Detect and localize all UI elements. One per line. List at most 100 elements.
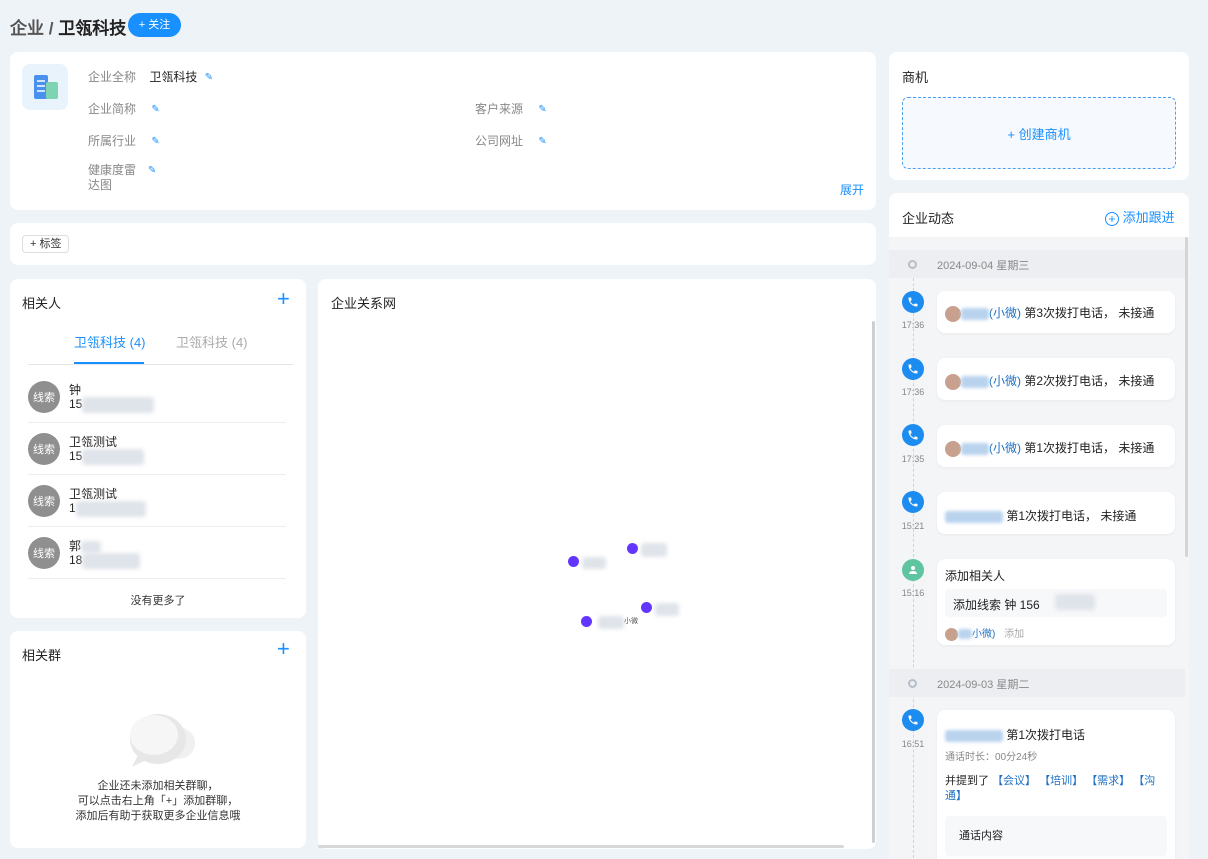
contacts-title: 相关人 xyxy=(22,296,62,311)
activity-event-call[interactable]: 第1次拨打电话 通话时长：00分24秒 并提到了 【会议】 【培训】 【需求】 … xyxy=(937,710,1175,859)
no-more-text: 没有更多了 xyxy=(130,595,186,607)
health-label-line2: 达图 xyxy=(88,178,113,192)
edit-icon[interactable]: ✎ xyxy=(151,136,161,147)
contact-icon xyxy=(902,559,924,581)
phone-icon xyxy=(902,291,924,313)
list-item[interactable]: 线索 卫瓴测试 15 xyxy=(28,423,286,475)
contact-name: 卫瓴测试 xyxy=(69,487,118,501)
contacts-card: 相关人 + 卫瓴科技 (4) 卫瓴科技 (4) 线索 钟 15 线索 卫瓴测试 … xyxy=(10,279,306,618)
edit-icon[interactable]: ✎ xyxy=(151,104,161,115)
dot-icon xyxy=(908,260,917,269)
event-time: 17:36 xyxy=(901,387,925,397)
contact-phone: 15 xyxy=(69,397,83,412)
event-time: 17:35 xyxy=(901,454,925,464)
tab-company-inactive[interactable]: 卫瓴科技 (4) xyxy=(176,332,248,351)
add-group-icon[interactable]: + xyxy=(277,638,290,660)
full-name-row: 企业全称 卫瓴科技 ✎ xyxy=(88,68,215,85)
phone-icon xyxy=(902,424,924,446)
avatar xyxy=(945,373,961,390)
keyword-tag[interactable]: 【会议】 xyxy=(992,775,1036,787)
tags-card: + 标签 xyxy=(10,223,876,265)
groups-card: 相关群 + 企业还未添加相关群聊， 可以点击右上角「+」添加群聊， 添加后有助于… xyxy=(10,631,306,848)
add-tag-button[interactable]: + 标签 xyxy=(22,235,70,253)
edit-icon[interactable]: ✎ xyxy=(205,72,215,83)
activity-panel: 企业动态 + 添加跟进 2024-09-04 星期三 17:36 (小微) 第3… xyxy=(889,193,1189,859)
date-row: 2024-09-04 星期三 xyxy=(889,250,1185,278)
source-label: 客户来源 xyxy=(475,102,524,116)
activity-scrollbar[interactable] xyxy=(1185,237,1188,557)
network-node-label: 小微 xyxy=(624,618,638,625)
keyword-tag[interactable]: 【培训】 xyxy=(1039,775,1083,787)
vertical-scrollbar[interactable] xyxy=(872,321,875,843)
contact-phone: 15 xyxy=(69,449,83,464)
activity-event[interactable]: (小微) 第2次拨打电话， 未接通 xyxy=(937,358,1175,400)
edit-icon[interactable]: ✎ xyxy=(538,136,548,147)
network-node[interactable] xyxy=(627,543,638,554)
phone-icon xyxy=(902,709,924,731)
expand-link[interactable]: 展开 xyxy=(840,181,864,198)
phone-icon xyxy=(902,491,924,513)
dot-icon xyxy=(908,679,917,688)
industry-label: 所属行业 xyxy=(88,134,137,148)
short-name-row: 企业简称 ✎ xyxy=(88,100,161,117)
lead-badge: 线索 xyxy=(28,433,60,465)
page-title: 卫瓴科技 xyxy=(58,19,127,38)
avatar xyxy=(945,440,961,457)
horizontal-scrollbar[interactable] xyxy=(318,845,844,848)
contact-name: 钟 xyxy=(69,383,82,397)
source-row: 客户来源 ✎ xyxy=(475,100,548,117)
contact-phone: 1 xyxy=(69,501,76,516)
network-node[interactable] xyxy=(568,556,579,567)
breadcrumb-parent[interactable]: 企业 xyxy=(10,19,44,38)
network-card: 企业关系网 小微 xyxy=(318,279,876,849)
activity-event[interactable]: (小微) 第1次拨打电话， 未接通 xyxy=(937,425,1175,467)
activity-event-add-contact[interactable]: 添加相关人 添加线索 钟 156 小微) 添加 xyxy=(937,559,1175,645)
date-row: 2024-09-03 星期二 xyxy=(889,669,1185,697)
avatar xyxy=(945,305,961,322)
company-logo xyxy=(22,64,68,110)
phone-icon xyxy=(902,358,924,380)
opportunity-card: 商机 + 创建商机 xyxy=(889,52,1189,180)
add-follow-button[interactable]: + 添加跟进 xyxy=(1105,207,1175,226)
edit-icon[interactable]: ✎ xyxy=(538,104,548,115)
full-name-label: 企业全称 xyxy=(88,70,137,84)
avatar xyxy=(945,627,958,641)
list-item[interactable]: 线索 钟 15 xyxy=(28,371,286,423)
breadcrumb: 企业 / 卫瓴科技 xyxy=(10,14,126,39)
activity-title: 企业动态 xyxy=(902,211,955,226)
groups-empty-text: 企业还未添加相关群聊， 可以点击右上角「+」添加群聊， 添加后有助于获取更多企业… xyxy=(75,780,241,822)
tab-company-active[interactable]: 卫瓴科技 (4) xyxy=(74,332,146,351)
edit-icon[interactable]: ✎ xyxy=(148,165,158,176)
list-item[interactable]: 线索 郭 18 xyxy=(28,527,286,579)
network-node[interactable] xyxy=(641,602,652,613)
network-title: 企业关系网 xyxy=(331,296,397,311)
keyword-tag[interactable]: 【需求】 xyxy=(1086,775,1130,787)
industry-row: 所属行业 ✎ xyxy=(88,132,161,149)
website-label: 公司网址 xyxy=(475,134,524,148)
lead-badge: 线索 xyxy=(28,381,60,413)
health-row: 健康度雷 ✎ 达图 xyxy=(88,163,158,193)
breadcrumb-separator: / xyxy=(48,19,54,38)
short-name-label: 企业简称 xyxy=(88,102,137,116)
contact-name: 郭 xyxy=(69,539,82,553)
plus-circle-icon: + xyxy=(1105,212,1119,226)
website-row: 公司网址 ✎ xyxy=(475,132,548,149)
event-time: 16:51 xyxy=(901,739,925,749)
create-opportunity-button[interactable]: + 创建商机 xyxy=(902,97,1176,169)
contact-phone: 18 xyxy=(69,553,83,568)
groups-title: 相关群 xyxy=(22,648,62,663)
event-time: 17:36 xyxy=(901,320,925,330)
list-item[interactable]: 线索 卫瓴测试 1 xyxy=(28,475,286,527)
follow-button[interactable]: + 关注 xyxy=(128,13,181,37)
tab-divider xyxy=(28,364,293,365)
opportunity-title: 商机 xyxy=(902,70,929,85)
activity-event[interactable]: (小微) 第3次拨打电话， 未接通 xyxy=(937,291,1175,333)
add-contact-icon[interactable]: + xyxy=(277,288,290,310)
chat-bubble-icon xyxy=(130,714,195,767)
contact-name: 卫瓴测试 xyxy=(69,435,118,449)
health-label: 健康度雷 ✎ xyxy=(88,163,158,177)
network-node[interactable] xyxy=(581,616,592,627)
profile-card: 企业全称 卫瓴科技 ✎ 企业简称 ✎ 客户来源 ✎ 所属行业 ✎ 公司网址 ✎ … xyxy=(10,52,876,210)
activity-event[interactable]: 第1次拨打电话， 未接通 xyxy=(937,492,1175,534)
event-time: 15:21 xyxy=(901,521,925,531)
